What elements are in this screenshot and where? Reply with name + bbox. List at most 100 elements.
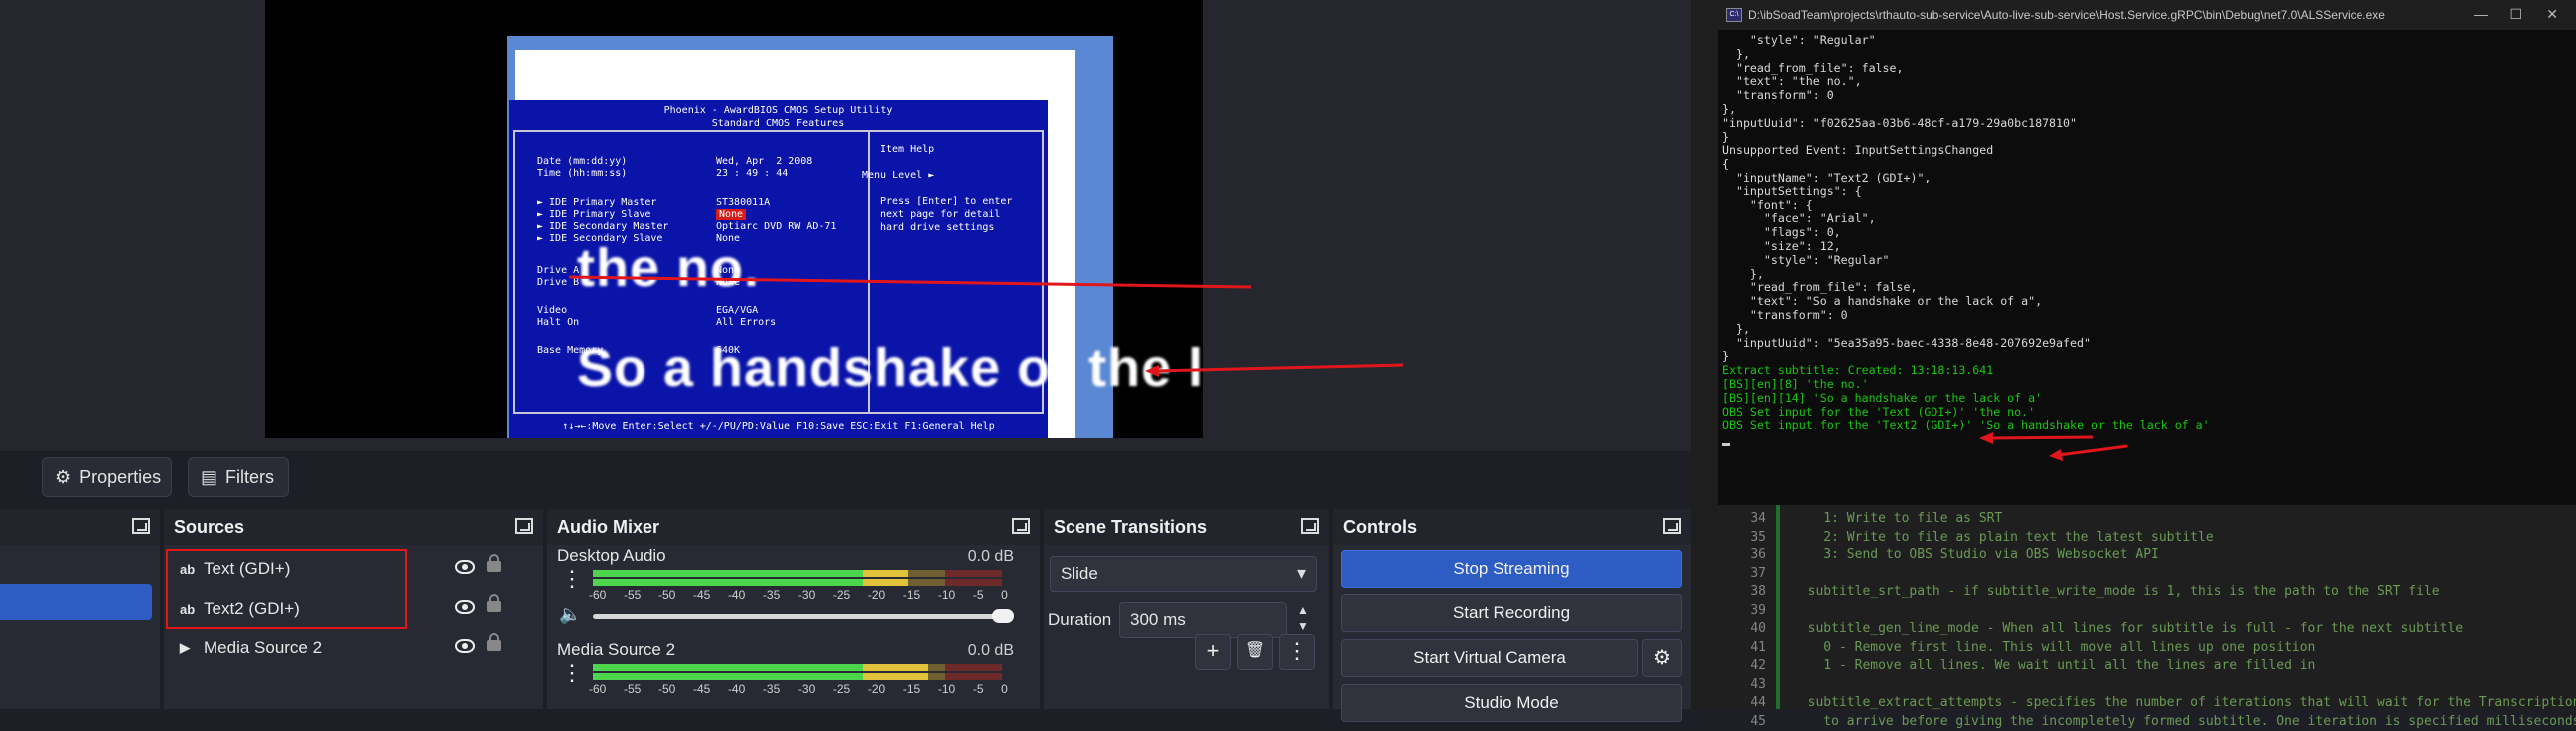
- console-cursor: [1722, 443, 1730, 446]
- meter-tick-label: -45: [693, 682, 710, 696]
- line-number: 43: [1718, 676, 1766, 695]
- undock-icon[interactable]: [1663, 518, 1681, 534]
- lock-icon[interactable]: [487, 601, 501, 612]
- bios-row: ► IDE Primary SlaveNone: [537, 209, 746, 221]
- lock-icon[interactable]: [487, 561, 501, 572]
- undock-icon[interactable]: [1301, 518, 1319, 534]
- meter-tick-label: -30: [798, 588, 815, 602]
- bios-row-label: Video: [537, 305, 716, 317]
- bios-row-label: Date (mm:dd:yy): [537, 156, 716, 168]
- console-line: },: [1722, 48, 2570, 62]
- console-line: "inputSettings": {: [1722, 185, 2570, 199]
- gear-icon[interactable]: ⚙: [1642, 639, 1682, 677]
- code-line: 1: Write to file as SRT: [1792, 510, 2570, 529]
- bios-row-label: ► IDE Primary Master: [537, 197, 716, 209]
- controls-title: Controls: [1343, 517, 1417, 538]
- meter-tick-label: -35: [763, 588, 780, 602]
- meter-tick-label: -50: [658, 682, 675, 696]
- bios-row-value: EGA/VGA: [716, 305, 758, 316]
- mixer-menu-icon[interactable]: [565, 664, 571, 686]
- line-number: 44: [1718, 694, 1766, 713]
- meter-level-fill: [863, 673, 929, 680]
- filters-button[interactable]: ▤ Filters: [188, 457, 289, 497]
- code-line: [1792, 676, 2570, 695]
- console-titlebar[interactable]: C:\ D:\ibSoadTeam\projects\rthauto-sub-s…: [1718, 0, 2576, 30]
- properties-button[interactable]: ⚙ Properties: [42, 457, 172, 497]
- preview-canvas[interactable]: Phoenix - AwardBIOS CMOS Setup Utility S…: [265, 0, 1203, 438]
- scene-transitions-title: Scene Transitions: [1054, 517, 1207, 538]
- start-recording-button[interactable]: Start Recording: [1341, 594, 1682, 632]
- console-log-line: OBS Set input for the 'Text2 (GDI+)' 'So…: [1722, 419, 2570, 433]
- studio-mode-button[interactable]: Studio Mode: [1341, 684, 1682, 722]
- console-app-icon: C:\: [1726, 8, 1742, 22]
- media-source-icon: ▶: [180, 640, 198, 656]
- meter-tick-label: -45: [693, 588, 710, 602]
- console-line: }: [1722, 350, 2570, 364]
- meter-tick-label: -25: [833, 682, 850, 696]
- meter-tick-label: -55: [624, 682, 641, 696]
- console-line: "inputUuid": "f02625aa-03b6-48cf-a179-29…: [1722, 117, 2570, 131]
- transition-select[interactable]: Slide: [1050, 556, 1317, 592]
- mixer-channel-db: 0.0 dB: [968, 642, 1014, 660]
- minimize-icon[interactable]: —: [2474, 6, 2488, 22]
- chevron-down-icon[interactable]: ▼: [1291, 618, 1315, 634]
- console-line: "style": "Regular": [1722, 34, 2570, 48]
- audio-mixer-dock: Audio Mixer Desktop Audio 0.0 dB -60-55-…: [547, 509, 1040, 709]
- source-item-media-source-2[interactable]: ▶ Media Source 2: [170, 630, 535, 666]
- meter-level-fill: [863, 664, 929, 671]
- meter-tick-label: -60: [589, 682, 606, 696]
- bios-row: ► IDE Primary MasterST380011A: [537, 197, 770, 209]
- line-number: 34: [1718, 510, 1766, 529]
- console-line: "read_from_file": false,: [1722, 62, 2570, 76]
- chevron-up-icon[interactable]: ▲: [1291, 602, 1315, 618]
- start-virtual-camera-button[interactable]: Start Virtual Camera: [1341, 639, 1638, 677]
- visibility-eye-icon[interactable]: [455, 560, 475, 574]
- meter-level-fill: [593, 579, 863, 586]
- controls-dock: Controls Stop Streaming Start Recording …: [1333, 509, 1691, 709]
- console-line: }: [1722, 131, 2570, 145]
- meter-tick-label: -15: [903, 588, 920, 602]
- editor-code[interactable]: 1: Write to file as SRT 2: Write to file…: [1792, 510, 2570, 731]
- console-line: "face": "Arial",: [1722, 212, 2570, 226]
- line-number: 36: [1718, 547, 1766, 565]
- maximize-icon[interactable]: ☐: [2509, 6, 2522, 23]
- undock-icon[interactable]: [132, 518, 150, 534]
- meter-tick-label: -35: [763, 682, 780, 696]
- console-title: D:\ibSoadTeam\projects\rthauto-sub-servi…: [1748, 8, 2385, 22]
- volume-slider[interactable]: [593, 614, 1006, 619]
- duration-spinner[interactable]: ▲▼: [1291, 602, 1315, 638]
- duration-input[interactable]: 300 ms: [1119, 602, 1287, 638]
- console-line: },: [1722, 323, 2570, 337]
- meter-level-fill: [863, 570, 908, 577]
- volume-slider-knob[interactable]: [992, 609, 1014, 623]
- window-edge: [1691, 0, 1718, 709]
- console-line: "inputUuid": "5ea35a95-baec-4338-8e48-20…: [1722, 337, 2570, 351]
- lock-icon[interactable]: [487, 640, 501, 651]
- scene-list-item-selected[interactable]: [0, 584, 152, 620]
- code-line: subtitle_srt_path - if subtitle_write_mo…: [1792, 583, 2570, 602]
- close-icon[interactable]: ✕: [2546, 6, 2558, 23]
- code-line: to arrive before giving the incompletely…: [1792, 713, 2570, 731]
- remove-transition-button[interactable]: 🗑: [1237, 634, 1273, 670]
- mixer-menu-icon[interactable]: [565, 570, 571, 592]
- properties-label: Properties: [79, 467, 161, 488]
- filters-label: Filters: [225, 467, 274, 488]
- bios-help-title: Item Help: [880, 144, 934, 155]
- console-line: "transform": 0: [1722, 89, 2570, 103]
- meter-scale: -60-55-50-45-40-35-30-25-20-15-10-50: [589, 682, 1008, 696]
- meter-segment: [945, 579, 1002, 586]
- visibility-eye-icon[interactable]: [455, 600, 475, 614]
- visibility-eye-icon[interactable]: [455, 639, 475, 653]
- line-number: 41: [1718, 639, 1766, 658]
- line-number: 42: [1718, 657, 1766, 676]
- console-line: "flags": 0,: [1722, 226, 2570, 240]
- undock-icon[interactable]: [1012, 518, 1030, 534]
- volume-icon[interactable]: 🔈: [559, 604, 581, 625]
- transition-menu-button[interactable]: ⋮: [1279, 634, 1315, 670]
- stop-streaming-button[interactable]: Stop Streaming: [1341, 550, 1682, 588]
- undock-icon[interactable]: [515, 518, 533, 534]
- bios-row-value: Optiarc DVD RW AD-71: [716, 221, 836, 232]
- code-line: subtitle_extract_attempts - specifies th…: [1792, 694, 2570, 713]
- bios-footer: ↑↓→←:Move Enter:Select +/-/PU/PD:Value F…: [509, 421, 1048, 432]
- add-transition-button[interactable]: +: [1195, 634, 1231, 670]
